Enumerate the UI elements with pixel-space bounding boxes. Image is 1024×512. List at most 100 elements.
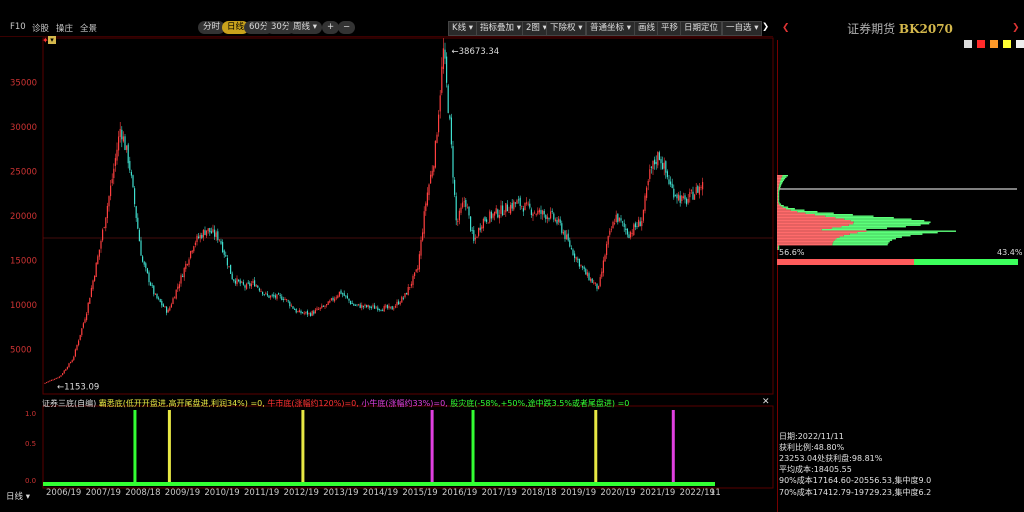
coordinate-dropdown[interactable]: 普通坐标 ▾ (586, 21, 635, 36)
candle-body (263, 294, 265, 296)
chip-bar-loss (778, 185, 781, 187)
candle-body (606, 244, 608, 256)
expand-arrow-icon[interactable]: ❯ (1012, 23, 1020, 33)
candle-body (410, 283, 412, 287)
chip-bar-loss (782, 175, 788, 177)
chip-bar-loss (779, 184, 782, 186)
kline-type-dropdown[interactable]: K线 ▾ (448, 21, 478, 36)
candle-body (84, 319, 86, 323)
chip-bar-loss (857, 232, 938, 234)
chip-bar-loss (780, 179, 785, 181)
chip-bar-profit (777, 206, 783, 208)
fullview-button[interactable]: 全景 (80, 22, 97, 34)
candle-body (679, 195, 681, 203)
candle-body (434, 140, 436, 168)
candle-body (225, 255, 227, 257)
candle-body (610, 229, 612, 231)
chip-bar-loss (781, 176, 787, 178)
candle-body (462, 202, 464, 208)
candle-body (49, 380, 51, 382)
date-locate-button[interactable]: 日期定位 (680, 21, 723, 36)
pan-button[interactable]: 平移 (657, 21, 683, 36)
candle-body (127, 144, 129, 164)
candle-body (145, 263, 147, 268)
candle-body (260, 290, 262, 292)
candle-body (460, 207, 462, 213)
close-indicator-icon[interactable]: ✕ (762, 397, 770, 407)
candle-body (534, 212, 536, 214)
chip-bar-profit (777, 217, 836, 219)
zoom-out-button[interactable]: − (338, 21, 356, 34)
indicator-name[interactable]: 证券三底(自编) (42, 399, 96, 408)
chip-bar-profit (777, 224, 849, 226)
period-tab-intraday[interactable]: 分时 (198, 21, 226, 34)
candle-body (478, 228, 480, 236)
candle-body (367, 304, 369, 307)
candle-body (561, 223, 563, 233)
candle-body (110, 185, 112, 197)
candle-body (490, 211, 492, 219)
indicator-overlay-dropdown[interactable]: 指标叠加 ▾ (476, 21, 525, 36)
stat-profit-ratio: 获利比例:48.80% (779, 443, 845, 452)
candle-body (628, 234, 630, 238)
draw-line-button[interactable]: 画线 (634, 21, 660, 36)
candle-body (458, 210, 460, 221)
time-tick-label: 2006/19 (46, 488, 81, 498)
candle-body (233, 279, 235, 281)
candle-body (386, 304, 388, 309)
candle-body (428, 184, 430, 195)
candle-body (58, 376, 60, 378)
candle-body (690, 190, 692, 192)
candle-body (388, 305, 390, 309)
chip-bar-profit (777, 220, 851, 222)
brush-icon[interactable] (964, 40, 972, 48)
chip-bar-profit (777, 229, 822, 231)
candle-body (126, 145, 128, 150)
candle-body (585, 268, 587, 275)
candle-body (482, 218, 484, 229)
stat-date: 日期:2022/11/11 (779, 432, 844, 441)
expand-panel-icon[interactable]: ❯ (762, 22, 769, 32)
operate-button[interactable]: 操庄 (56, 22, 73, 34)
zoom-in-button[interactable]: + (322, 21, 340, 34)
settings-icon[interactable]: ▾ (48, 36, 56, 44)
time-tick-label: 2007/19 (86, 488, 121, 498)
candle-body (228, 266, 230, 268)
candle-body (124, 136, 126, 150)
candle-body (334, 298, 336, 302)
flag-yellow-icon[interactable] (1002, 40, 1011, 48)
watchlist-dropdown[interactable]: 一自选 ▾ (722, 21, 763, 36)
indicator-header: 证券三底(自编) 霸悉底(低开开盘进,高开尾盘进,利润34%) =0, 牛市底(… (42, 398, 629, 408)
candle-body (430, 174, 432, 184)
period-tab-weekly[interactable]: 周线 ▾ (288, 21, 322, 34)
flag-white-icon[interactable] (1015, 40, 1024, 48)
candle-body (361, 304, 363, 308)
f10-button[interactable]: F10 (10, 22, 26, 32)
candle-body (74, 349, 76, 357)
candle-body (382, 310, 384, 312)
kline-chart[interactable]: 5000 10000 15000 20000 25000 30000 35000 2006/… (0, 36, 776, 512)
flag-red-icon[interactable] (976, 40, 985, 48)
time-tick-label: 2009/19 (165, 488, 200, 498)
chip-bar-profit (777, 193, 779, 195)
chart-frame (42, 37, 774, 395)
candle-body (562, 232, 564, 234)
flag-orange-icon[interactable] (989, 40, 998, 48)
candle-body (279, 295, 281, 296)
candle-body (306, 311, 308, 315)
chip-bar-loss (832, 227, 888, 229)
candle-body (553, 213, 555, 220)
period-selector[interactable]: 日线 ▾ (6, 490, 30, 502)
collapse-arrow-icon[interactable]: ❮ (782, 23, 790, 33)
chip-bar-profit (777, 218, 845, 220)
chip-bar-profit (777, 178, 782, 180)
ex-right-dropdown[interactable]: 下除权 ▾ (546, 21, 587, 36)
candle-body (359, 304, 361, 308)
candle-body (226, 257, 228, 266)
indicator-item-3: 小牛底(涨幅约33%)=0, (361, 399, 448, 408)
candle-body (529, 203, 531, 208)
candle-body (194, 242, 196, 245)
chip-bar-profit (777, 182, 780, 184)
stat-cost-70: 70%成本17412.79-19729.23,集中度6.2 (779, 488, 932, 497)
diagnose-button[interactable]: 诊股 (32, 22, 49, 34)
